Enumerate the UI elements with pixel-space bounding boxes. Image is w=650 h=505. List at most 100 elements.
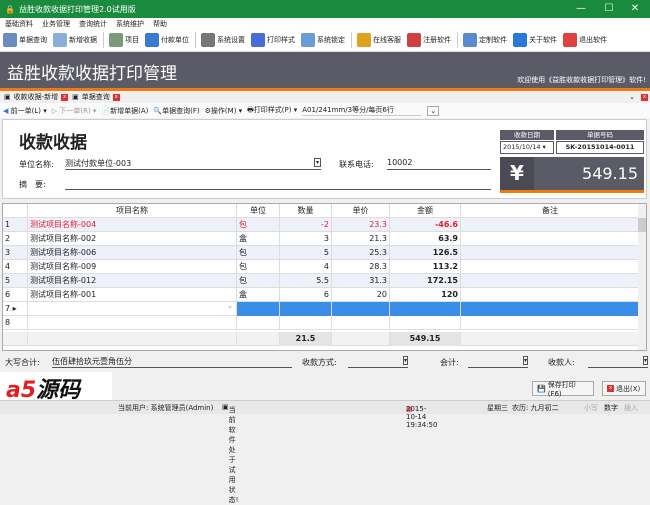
tab-new-receipt[interactable]: ▣ 收款收据-新增 x [4, 92, 69, 102]
cell-5[interactable]: 120 [390, 288, 461, 302]
menu-basic[interactable]: 基础资料 [5, 19, 33, 29]
cell-2[interactable]: 包 [237, 274, 280, 288]
cell-4[interactable]: 21.3 [332, 232, 390, 246]
cell-5[interactable] [390, 316, 461, 330]
save-print-button[interactable]: 💾 保存打印(F6) [532, 381, 594, 398]
print-style-button[interactable]: 🖶打印样式(P) ▾ [247, 105, 297, 117]
menu-business[interactable]: 业务管理 [42, 19, 70, 29]
toolbar-button-7[interactable]: 在线客服 [357, 33, 401, 47]
cell-6[interactable] [461, 274, 640, 288]
cell-1[interactable] [28, 302, 237, 316]
scrollbar-thumb[interactable] [638, 218, 646, 232]
toolbar-button-5[interactable]: 打印样式 [251, 33, 295, 47]
toolbar-button-6[interactable]: 系统锁定 [301, 33, 345, 47]
toolbar-button-10[interactable]: 关于软件 [513, 33, 557, 47]
table-header[interactable]: 项目名称 单位 数量 单价 金额 备注 [3, 204, 640, 218]
cell-1[interactable]: 测试项目名称-001 [28, 288, 237, 302]
table-row[interactable]: 4 测试项目名称-009 包 4 28.3 113.2 [3, 260, 640, 274]
cell-5[interactable]: 113.2 [390, 260, 461, 274]
query-button[interactable]: 🔍单据查询(F) [153, 106, 199, 116]
cell-4[interactable]: 23.3 [332, 218, 390, 232]
cell-4[interactable]: 25.3 [332, 246, 390, 260]
close-all-icon[interactable]: x [641, 93, 648, 101]
cell-2[interactable]: 盒 [237, 232, 280, 246]
maximize-button[interactable]: ☐ [596, 0, 622, 18]
menu-help[interactable]: 帮助 [153, 19, 167, 29]
cell-2[interactable]: 包 [237, 260, 280, 274]
cell-6[interactable] [461, 260, 640, 274]
prev-button[interactable]: ◀ 前一单(L) ▾ [3, 106, 47, 116]
cell-3[interactable]: 6 [280, 288, 332, 302]
cell-3[interactable] [280, 316, 332, 330]
cell-3[interactable] [280, 302, 332, 316]
cell-1[interactable]: 测试项目名称-012 [28, 274, 237, 288]
tab-query[interactable]: ▣ 单据查询 x [72, 92, 120, 102]
table-row[interactable]: 7 ▸ ⌄ [3, 302, 640, 316]
cell-6[interactable] [461, 232, 640, 246]
cell-6[interactable] [461, 332, 640, 346]
cell-4[interactable]: 20 [332, 288, 390, 302]
phone-input[interactable]: 10002 [387, 158, 491, 170]
dropdown-icon[interactable]: ▾ [522, 356, 528, 365]
toolbar-button-4[interactable]: 系统设置 [201, 33, 245, 47]
cell-6[interactable] [461, 246, 640, 260]
menu-system[interactable]: 系统维护 [116, 19, 144, 29]
minimize-button[interactable]: — [568, 0, 594, 18]
menu-query[interactable]: 查询统计 [79, 19, 107, 29]
cell-2[interactable] [237, 332, 280, 346]
date-picker[interactable]: 2015/10/14 ▾ [500, 141, 554, 154]
chevron-down-icon[interactable]: ⌄ [227, 302, 233, 310]
accountant-select[interactable]: ▾ [468, 356, 528, 368]
new-doc-button[interactable]: 📄新增单据(A) [101, 106, 148, 116]
cell-5[interactable] [390, 302, 461, 316]
cell-3[interactable]: -2 [280, 218, 332, 232]
cell-6[interactable] [461, 218, 640, 232]
cell-5[interactable]: -46.6 [390, 218, 461, 232]
cell-3[interactable]: 3 [280, 232, 332, 246]
toolbar-button-3[interactable]: 付款单位 [145, 33, 189, 47]
toolbar-button-1[interactable]: 新增收据 [53, 33, 97, 47]
ops-button[interactable]: ⚙操作(M) ▾ [205, 106, 243, 116]
table-row[interactable]: 1 测试项目名称-004 包 -2 23.3 -46.6 [3, 218, 640, 232]
memo-input[interactable] [65, 177, 491, 190]
cell-5[interactable]: 126.5 [390, 246, 461, 260]
cell-2[interactable] [237, 316, 280, 330]
payee-select[interactable]: ▾ [588, 356, 648, 368]
toolbar-button-9[interactable]: 定制软件 [463, 33, 507, 47]
cell-3[interactable]: 5.5 [280, 274, 332, 288]
cell-2[interactable]: 盒 [237, 288, 280, 302]
cell-1[interactable]: 测试项目名称-009 [28, 260, 237, 274]
table-row[interactable]: 3 测试项目名称-006 包 5 25.3 126.5 [3, 246, 640, 260]
cell-2[interactable]: 包 [237, 246, 280, 260]
dropdown-icon[interactable]: ▾ [642, 356, 648, 365]
table-row[interactable]: 8 [3, 316, 640, 330]
cell-1[interactable]: 测试项目名称-006 [28, 246, 237, 260]
toolbar-button-0[interactable]: 单据查询 [3, 33, 47, 47]
table-row[interactable]: 6 测试项目名称-001 盒 6 20 120 [3, 288, 640, 302]
cell-6[interactable] [461, 302, 640, 316]
cell-4[interactable] [332, 332, 390, 346]
unit-select[interactable]: 测试付款单位-003 ▾ [65, 158, 321, 170]
cell-1[interactable] [28, 316, 237, 330]
cell-1[interactable] [28, 332, 237, 346]
cell-2[interactable]: 包 [237, 218, 280, 232]
dropdown-icon[interactable]: ▾ [313, 158, 321, 167]
tab-list-dropdown[interactable]: ⌄ [629, 93, 635, 101]
cell-6[interactable] [461, 316, 640, 330]
cell-3[interactable]: 21.5 [280, 332, 332, 346]
cell-4[interactable]: 28.3 [332, 260, 390, 274]
totals-row[interactable]: 21.5 549.15 [3, 332, 640, 346]
close-button[interactable]: ✕ [622, 0, 648, 18]
cell-4[interactable] [332, 302, 390, 316]
exit-button[interactable]: x 退出(X) [602, 381, 646, 396]
table-row[interactable]: 5 测试项目名称-012 包 5.5 31.3 172.15 [3, 274, 640, 288]
cell-4[interactable]: 31.3 [332, 274, 390, 288]
next-button[interactable]: ▷ 下一单(R) ▾ [52, 106, 97, 116]
close-tab-icon[interactable]: x [61, 93, 69, 101]
cell-4[interactable] [332, 316, 390, 330]
cell-3[interactable]: 5 [280, 246, 332, 260]
toolbar-button-2[interactable]: 项目 [109, 33, 139, 47]
print-style-select[interactable]: A01/241mm/3等分/每页6行 [302, 105, 423, 116]
dropdown-icon[interactable]: ▾ [402, 356, 408, 365]
chevron-down-icon[interactable]: ⌄ [427, 105, 440, 116]
